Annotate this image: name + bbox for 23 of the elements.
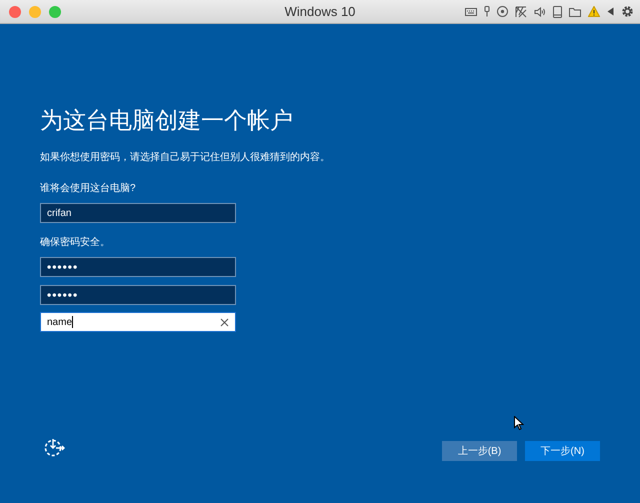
clear-icon[interactable] [220,318,229,326]
accessibility-icon[interactable] [44,437,66,457]
usb-icon[interactable] [484,6,490,17]
triangle-left-icon[interactable] [607,7,614,16]
folder-icon[interactable] [569,6,581,16]
password-field[interactable]: •••••• [40,285,236,305]
settings-icon[interactable] [621,5,634,18]
input-field[interactable]: crifan [40,203,236,223]
description-text: 如果你想使用密码，请选择自己易于记住但别人很难猜到的内容。 [40,150,331,164]
warning-icon[interactable] [588,6,600,17]
window-title: Windows 10 [284,4,356,19]
keyboard-icon[interactable] [465,8,477,16]
speaker-icon[interactable] [534,6,546,16]
page-heading: 为这台电脑创建一个帐户 [40,106,294,134]
mouse-pointer-icon [514,416,524,430]
password-field[interactable]: •••••• [40,257,236,277]
back-button[interactable]: 上一步(B) [442,441,517,461]
input-field[interactable]: name [40,312,236,332]
disc-icon[interactable] [497,6,508,17]
next-button[interactable]: 下一步(N) [525,441,600,461]
field-label: 确保密码安全。 [40,236,111,249]
field-label: 谁将会使用这台电脑? [40,182,137,195]
tablet-icon[interactable] [553,6,562,18]
